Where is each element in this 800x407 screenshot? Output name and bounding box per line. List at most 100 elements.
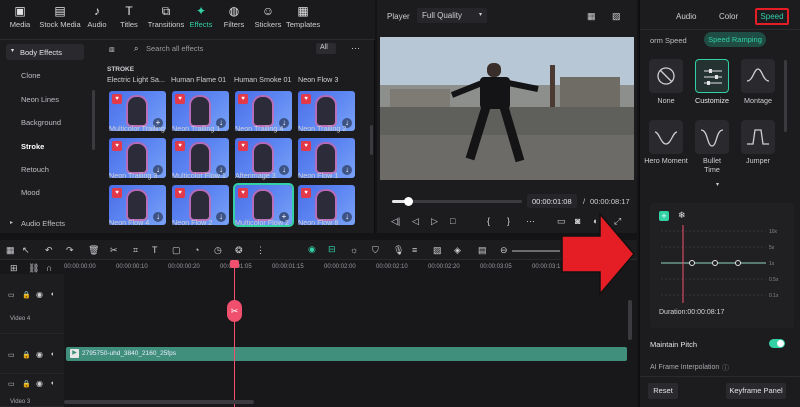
toolbar-audio[interactable]: ♪ Audio [84, 4, 110, 29]
folder-icon[interactable]: ▭ [8, 351, 15, 359]
step-back-icon[interactable]: ◁| [391, 216, 400, 227]
mic-icon[interactable]: 🎙 [393, 245, 404, 256]
speed-graph[interactable]: 10x 5x 1x 0.5x 0.1x [656, 225, 788, 303]
undo-icon[interactable]: ↶ [45, 245, 53, 256]
time-ruler[interactable]: 00:00:00:00 00:00:00:10 00:00:00:20 00:0… [64, 260, 637, 274]
timer-icon[interactable]: ◷ [214, 245, 222, 256]
eye-icon[interactable]: ◉ [36, 379, 43, 388]
reset-button[interactable]: Reset [648, 383, 678, 399]
playhead-handle[interactable] [230, 260, 239, 268]
tab-audio[interactable]: Audio [676, 12, 696, 21]
add-track-icon[interactable]: ⊞ [10, 263, 18, 274]
keyframe-panel-button[interactable]: Keyframe Panel [726, 383, 786, 399]
search-input[interactable]: ⌕ Search all effects [104, 42, 304, 56]
more-icon[interactable]: ⋯ [526, 216, 535, 227]
audio-icon[interactable]: ◖ [50, 291, 54, 298]
shield-icon[interactable]: ⛉ [372, 245, 379, 256]
lock-icon[interactable]: 🔒 [22, 291, 31, 299]
toolbar-titles[interactable]: T Titles [116, 4, 142, 29]
prev-frame-icon[interactable]: ◁ [412, 216, 419, 227]
progress-track[interactable] [392, 197, 522, 206]
lock-icon[interactable]: 🔒 [22, 380, 31, 388]
timeline-vscrollbar[interactable] [628, 300, 632, 340]
snowflake-icon[interactable]: ❄ [678, 210, 686, 221]
color-icon[interactable]: ❂ [235, 245, 243, 256]
eye-icon[interactable]: ◉ [36, 290, 43, 299]
play-icon[interactable]: ▷ [431, 216, 438, 227]
delete-icon[interactable]: 🗑 [88, 245, 99, 256]
chevron-down-icon[interactable]: ▾ [716, 181, 719, 188]
grid-icon[interactable]: ▤ [478, 245, 487, 256]
scissors-icon[interactable]: ✂ [110, 245, 118, 256]
toolbar-effects[interactable]: ✦ Effects [188, 4, 214, 29]
scissors-icon[interactable]: ✂ [227, 300, 242, 322]
option-none[interactable] [649, 59, 683, 93]
folder-icon[interactable]: ▭ [8, 380, 15, 388]
frame-icon[interactable]: ▢ [172, 245, 181, 256]
quality-dropdown[interactable]: Full Quality ▾ [417, 8, 487, 23]
crop-icon[interactable]: ⌗ [133, 245, 138, 256]
adjust-icon[interactable]: ⋮ [256, 245, 265, 256]
options-scrollbar[interactable] [784, 60, 787, 132]
option-bullet-time[interactable] [695, 120, 729, 154]
ai-icon[interactable]: ◈ [454, 245, 461, 256]
toolbar-transitions[interactable]: ⧉ Transitions [146, 4, 186, 29]
zoom-out-icon[interactable]: ⊖ [500, 245, 508, 256]
lock-icon[interactable]: 🔒 [22, 351, 31, 359]
toolbar-media[interactable]: ▣ Media [8, 4, 32, 29]
speed-icon[interactable]: ◔ [194, 245, 199, 255]
toolbar-stock-media[interactable]: ▤ Stock Media [38, 4, 82, 29]
grid-scrollbar[interactable] [370, 125, 373, 155]
link-icon[interactable]: ⛓ [28, 263, 39, 274]
sun-icon[interactable]: ☼ [350, 245, 358, 255]
folder-icon[interactable]: ▭ [8, 291, 15, 299]
eye-icon[interactable]: ◉ [36, 350, 43, 359]
sidebar-item-mood[interactable]: Mood [0, 188, 90, 197]
add-keyframe-icon[interactable]: + [659, 211, 669, 221]
sidebar-item-background[interactable]: Background [0, 118, 90, 127]
audio-icon[interactable]: ◖ [50, 380, 54, 387]
sidebar-scrollbar[interactable] [92, 90, 95, 150]
option-customize[interactable] [695, 59, 729, 93]
tab-speed[interactable]: Speed [755, 8, 789, 25]
maintain-pitch-toggle[interactable] [769, 339, 785, 348]
toolbar-templates[interactable]: ▦ Templates [286, 4, 320, 29]
sidebar-item-stroke[interactable]: Stroke [0, 142, 90, 151]
audio-icon[interactable]: ◖ [50, 351, 54, 358]
more-icon[interactable]: ⋯ [351, 43, 360, 54]
filter-dropdown[interactable]: All [316, 43, 336, 54]
text-icon[interactable]: T [152, 245, 158, 255]
option-hero-moment[interactable] [649, 120, 683, 154]
sidebar-item-retouch[interactable]: Retouch [0, 165, 90, 174]
timeline-hscrollbar[interactable] [64, 400, 254, 404]
snap-icon[interactable]: ⊟ [328, 244, 336, 255]
zoom-slider[interactable] [512, 250, 560, 252]
stop-icon[interactable]: □ [450, 216, 455, 226]
current-time[interactable]: 00:00:01:08 [527, 194, 577, 208]
option-jumper[interactable] [741, 120, 775, 154]
select-tool-icon[interactable]: ↖ [22, 245, 30, 256]
magnet-icon[interactable]: ∩ [46, 263, 52, 273]
mark-in-icon[interactable]: { [487, 216, 490, 226]
image-icon[interactable]: ▨ [612, 11, 621, 22]
option-montage[interactable] [741, 59, 775, 93]
toolbar-stickers[interactable]: ☺ Stickers [252, 4, 284, 29]
image-icon[interactable]: ▨ [433, 245, 442, 256]
tab-color[interactable]: Color [719, 12, 738, 21]
sidebar-item-audio-effects[interactable]: ▸ Audio Effects [0, 219, 90, 228]
sidebar-item-clone[interactable]: Clone [0, 71, 90, 80]
snapshot-grid-icon[interactable]: ▦ [587, 11, 596, 22]
mark-out-icon[interactable]: } [507, 216, 510, 226]
layout-icon[interactable]: ▦ [6, 245, 15, 256]
video-clip[interactable]: ▶ 2795750-uhd_3840_2160_25fps [66, 347, 627, 361]
audio-track-icon[interactable]: ≡ [412, 245, 417, 255]
render-icon[interactable]: ◉ [308, 244, 316, 255]
video-preview[interactable] [380, 37, 634, 180]
subtab-uniform-speed[interactable]: orm Speed [650, 36, 687, 45]
playhead-line[interactable] [234, 260, 235, 407]
redo-icon[interactable]: ↷ [66, 245, 74, 256]
subtab-speed-ramping[interactable]: Speed Ramping [704, 32, 766, 47]
toolbar-filters[interactable]: ◍ Filters [222, 4, 246, 29]
sidebar-header-body-effects[interactable]: ▾ Body Effects [6, 44, 84, 60]
progress-handle[interactable] [403, 197, 413, 206]
